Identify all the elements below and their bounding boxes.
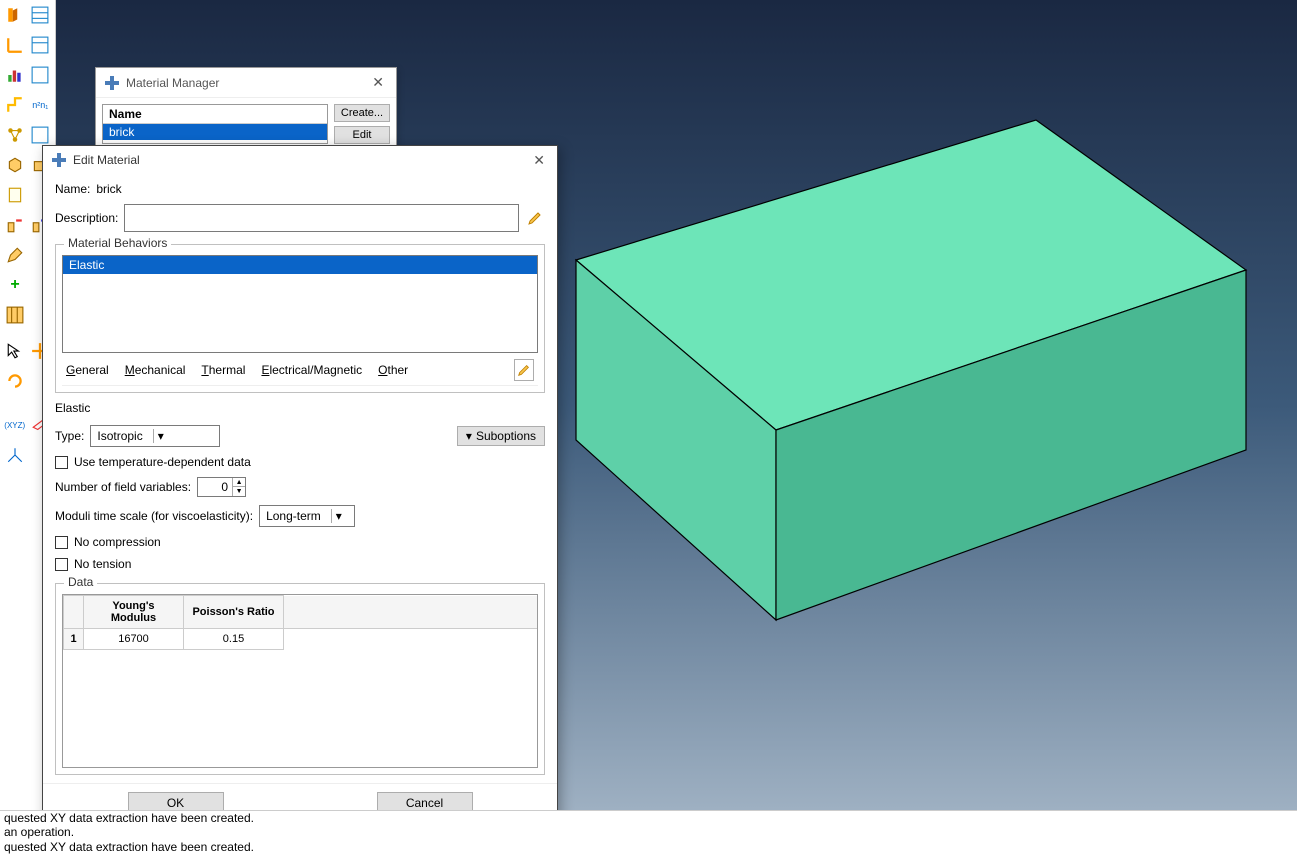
tool-pencil-icon[interactable] bbox=[3, 243, 27, 267]
tab-other[interactable]: Other bbox=[378, 363, 408, 377]
material-manager-title: Material Manager bbox=[126, 76, 219, 90]
edit-material-titlebar[interactable]: Edit Material ✕ bbox=[43, 146, 557, 174]
no-compression-label: No compression bbox=[74, 535, 161, 549]
tool-axes-icon[interactable] bbox=[3, 443, 27, 467]
tool-axis-icon[interactable] bbox=[3, 33, 27, 57]
moduli-combo[interactable]: Long-term ▾ bbox=[259, 505, 355, 527]
no-compression-checkbox[interactable] bbox=[55, 536, 68, 549]
youngs-modulus-cell[interactable]: 16700 bbox=[84, 629, 184, 650]
tool-grid2-icon[interactable] bbox=[29, 33, 53, 57]
material-list-item-selected[interactable]: brick bbox=[103, 124, 327, 140]
edit-material-close-icon[interactable]: ✕ bbox=[529, 152, 549, 169]
tool-grid4-icon[interactable] bbox=[29, 123, 53, 147]
no-tension-checkbox[interactable] bbox=[55, 558, 68, 571]
edit-material-button[interactable]: Edit bbox=[334, 126, 390, 144]
tab-general[interactable]: General bbox=[66, 363, 109, 377]
name-label: Name: bbox=[55, 182, 90, 196]
chevron-down-icon: ▾ bbox=[153, 429, 164, 443]
field-vars-input[interactable] bbox=[198, 478, 232, 496]
tool-model1-icon[interactable] bbox=[3, 213, 27, 237]
console-line: an operation. bbox=[4, 825, 1293, 839]
behavior-list[interactable]: Elastic bbox=[62, 255, 538, 353]
no-tension-label: No tension bbox=[74, 557, 131, 571]
material-list[interactable]: Name brick bbox=[102, 104, 328, 144]
behavior-category-tabs: General Mechanical Thermal Electrical/Ma… bbox=[62, 353, 538, 386]
edit-material-dialog: Edit Material ✕ Name: brick Description:… bbox=[42, 145, 558, 823]
behaviors-legend: Material Behaviors bbox=[64, 236, 171, 250]
tab-electrical[interactable]: Electrical/Magnetic bbox=[261, 363, 362, 377]
description-label: Description: bbox=[55, 211, 118, 225]
poissons-ratio-cell[interactable]: 0.15 bbox=[184, 629, 284, 650]
tool-model-tree-icon[interactable] bbox=[3, 3, 27, 27]
material-manager-close-icon[interactable]: ✕ bbox=[368, 74, 388, 91]
use-temp-label: Use temperature-dependent data bbox=[74, 455, 251, 469]
type-combo-value: Isotropic bbox=[97, 429, 142, 443]
tool-step-icon[interactable] bbox=[3, 93, 27, 117]
row-number-header bbox=[64, 596, 84, 629]
tool-mesh-icon[interactable] bbox=[3, 303, 27, 327]
description-input[interactable] bbox=[124, 204, 519, 232]
youngs-modulus-header: Young's Modulus bbox=[84, 596, 184, 629]
tool-cube-icon[interactable] bbox=[3, 153, 27, 177]
poissons-ratio-header: Poisson's Ratio bbox=[184, 596, 284, 629]
tool-math-icon[interactable]: n²n₁ bbox=[29, 93, 53, 117]
row-index: 1 bbox=[64, 629, 84, 650]
tab-thermal[interactable]: Thermal bbox=[201, 363, 245, 377]
tool-xyz-icon[interactable]: (XYZ) bbox=[3, 413, 27, 437]
tool-assembly-icon[interactable] bbox=[3, 123, 27, 147]
app-root: n²n₁ + bbox=[0, 0, 1297, 856]
app-icon bbox=[104, 75, 120, 91]
edit-behaviors-icon[interactable] bbox=[514, 359, 534, 381]
tool-sheet-icon[interactable] bbox=[3, 183, 27, 207]
tool-grid3-icon[interactable] bbox=[29, 63, 53, 87]
material-manager-titlebar[interactable]: Material Manager ✕ bbox=[96, 68, 396, 98]
tool-rotate-icon[interactable] bbox=[3, 369, 27, 393]
field-vars-label: Number of field variables: bbox=[55, 480, 191, 494]
behavior-item-elastic[interactable]: Elastic bbox=[63, 256, 537, 274]
caret-down-icon: ▾ bbox=[466, 429, 472, 443]
create-material-button[interactable]: Create... bbox=[334, 104, 390, 122]
tab-mechanical[interactable]: Mechanical bbox=[125, 363, 186, 377]
tool-pointer-icon[interactable] bbox=[3, 339, 27, 363]
moduli-combo-value: Long-term bbox=[266, 509, 321, 523]
console-line: quested XY data extraction have been cre… bbox=[4, 840, 1293, 854]
app-icon bbox=[51, 152, 67, 168]
tool-grid-icon[interactable] bbox=[29, 3, 53, 27]
edit-description-icon[interactable] bbox=[525, 207, 545, 229]
tool-add-icon[interactable]: + bbox=[3, 273, 27, 297]
spin-up-icon[interactable]: ▲ bbox=[233, 478, 245, 487]
chevron-down-icon: ▾ bbox=[331, 509, 342, 523]
suboptions-button[interactable]: ▾ Suboptions bbox=[457, 426, 545, 446]
type-label: Type: bbox=[55, 429, 84, 443]
spin-down-icon[interactable]: ▼ bbox=[233, 487, 245, 496]
data-row[interactable]: 1 16700 0.15 bbox=[64, 629, 538, 650]
use-temp-checkbox[interactable] bbox=[55, 456, 68, 469]
console-line: quested XY data extraction have been cre… bbox=[4, 811, 1293, 825]
tool-bars-icon[interactable] bbox=[3, 63, 27, 87]
elastic-section-label: Elastic bbox=[55, 401, 545, 415]
moduli-label: Moduli time scale (for viscoelasticity): bbox=[55, 509, 253, 523]
edit-material-title: Edit Material bbox=[73, 153, 140, 167]
console-output: quested XY data extraction have been cre… bbox=[0, 810, 1297, 856]
material-list-header: Name bbox=[103, 105, 327, 124]
elastic-data-table[interactable]: Young's Modulus Poisson's Ratio 1 16700 … bbox=[62, 594, 538, 768]
name-value: brick bbox=[96, 182, 121, 196]
field-vars-spinner[interactable]: ▲▼ bbox=[197, 477, 246, 497]
data-legend: Data bbox=[64, 575, 97, 589]
type-combo[interactable]: Isotropic ▾ bbox=[90, 425, 220, 447]
